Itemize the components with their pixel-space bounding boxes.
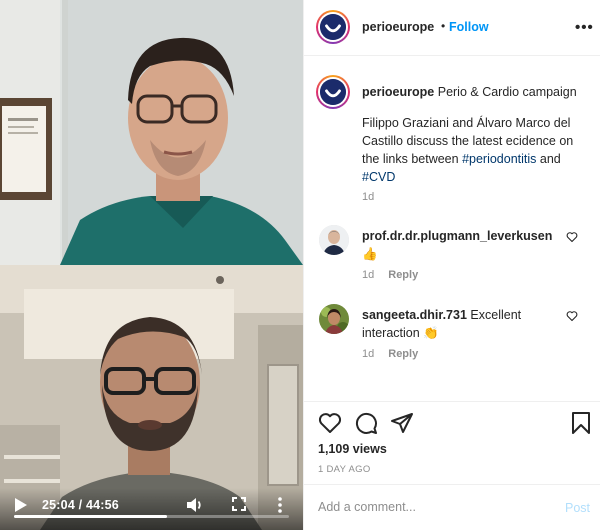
- caption-title: Perio & Cardio campaign: [437, 85, 577, 99]
- comment-username[interactable]: sangeeta.dhir.731: [362, 308, 467, 322]
- avatar[interactable]: [316, 10, 350, 44]
- post-header: perioeurope • Follow •••: [304, 0, 600, 56]
- more-options-button[interactable]: •••: [575, 19, 594, 36]
- reply-button[interactable]: Reply: [388, 269, 418, 281]
- comment-meta: 1d Reply: [362, 269, 418, 281]
- heart-icon[interactable]: [318, 411, 342, 435]
- header-separator: •: [441, 19, 446, 33]
- seek-bar[interactable]: [14, 515, 289, 518]
- caption-avatar[interactable]: [316, 75, 350, 109]
- caption-age: 1d: [362, 191, 375, 203]
- perioeurope-logo-icon: [320, 14, 346, 40]
- comment-item: sangeeta.dhir.731 Excellent interaction …: [304, 300, 600, 370]
- hashtag-periodontitis[interactable]: #periodontitis: [462, 152, 536, 166]
- reply-button[interactable]: Reply: [388, 348, 418, 360]
- post-actions: 1,109 views 1 DAY AGO: [304, 401, 600, 481]
- comment-username[interactable]: prof.dr.dr.plugmann_leverkusen: [362, 229, 552, 243]
- caption-heading: perioeurope Perio & Cardio campaign: [362, 83, 587, 101]
- header-username[interactable]: perioeurope: [362, 20, 434, 34]
- add-comment-bar: Post: [304, 484, 600, 530]
- video-feed-top: [0, 0, 303, 265]
- play-icon[interactable]: [14, 497, 28, 513]
- share-icon[interactable]: [390, 411, 414, 435]
- caption-username[interactable]: perioeurope: [362, 85, 434, 99]
- post-button[interactable]: Post: [565, 501, 590, 515]
- video-player[interactable]: 25:04 / 44:56: [0, 0, 303, 530]
- comment-avatar[interactable]: [319, 225, 349, 255]
- comment-age: 1d: [362, 348, 375, 360]
- participant-1-frame: [0, 0, 303, 265]
- comment-text: sangeeta.dhir.731 Excellent interaction …: [362, 306, 562, 342]
- perioeurope-logo-icon: [320, 79, 346, 105]
- comment-body: 👍: [362, 247, 378, 261]
- hashtag-cvd[interactable]: #CVD: [362, 170, 395, 184]
- video-controls: 25:04 / 44:56: [0, 488, 303, 530]
- video-more-icon[interactable]: [277, 496, 283, 514]
- user-photo-icon: [319, 225, 349, 255]
- post-date: 1 DAY AGO: [318, 464, 371, 475]
- caption-and-text: and: [536, 152, 561, 166]
- comment-avatar[interactable]: [319, 304, 349, 334]
- comment-like-icon[interactable]: [566, 310, 578, 322]
- comment-item: prof.dr.dr.plugmann_leverkusen 👍 1d Reply: [304, 221, 600, 291]
- follow-button[interactable]: Follow: [449, 20, 489, 34]
- post-side-panel: perioeurope • Follow ••• perioeurope Per…: [303, 0, 600, 530]
- comment-age: 1d: [362, 269, 375, 281]
- user-photo-icon: [319, 304, 349, 334]
- comment-text: prof.dr.dr.plugmann_leverkusen 👍: [362, 227, 562, 263]
- caption-body: Filippo Graziani and Álvaro Marco del Ca…: [362, 114, 590, 186]
- video-time: 25:04 / 44:56: [42, 498, 119, 512]
- comment-meta: 1d Reply: [362, 348, 418, 360]
- comments-section: perioeurope Perio & Cardio campaign Fili…: [304, 57, 600, 401]
- comment-like-icon[interactable]: [566, 231, 578, 243]
- comment-icon[interactable]: [354, 411, 378, 435]
- fullscreen-icon[interactable]: [232, 497, 246, 511]
- bookmark-icon[interactable]: [569, 411, 593, 435]
- comment-input[interactable]: [318, 500, 538, 514]
- view-count[interactable]: 1,109 views: [318, 442, 387, 456]
- seek-bar-progress: [14, 515, 168, 518]
- volume-icon[interactable]: [186, 496, 204, 514]
